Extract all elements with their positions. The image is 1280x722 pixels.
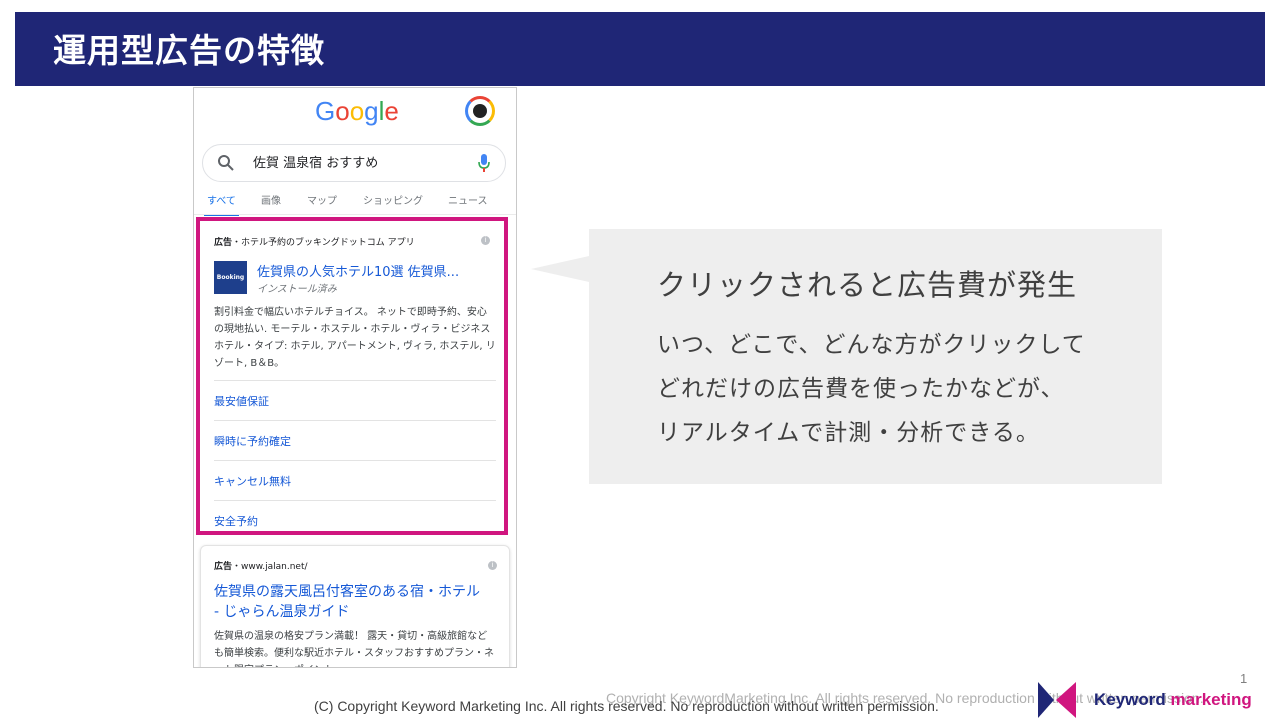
callout-heading: クリックされると広告費が発生 [657, 268, 1078, 302]
company-logo-mark [1038, 682, 1078, 722]
callout-line: いつ、どこで、どんな方がクリックして [657, 332, 1086, 358]
tab-all[interactable]: すべて [207, 192, 236, 207]
ad-description: 佐賀県の温泉の格安プラン満載！ 露天・貸切・高級旅館なども簡単検索。便利な駅近ホ… [214, 631, 494, 667]
avatar-image [473, 104, 487, 118]
slide-title-bar: 運用型広告の特徴 [15, 12, 1265, 86]
sitelink-instant-booking[interactable]: 瞬時に予約確定 [214, 433, 496, 449]
copyright-text: (C) Copyright Keyword Marketing Inc. All… [314, 698, 939, 714]
tab-news[interactable]: ニュース [448, 192, 488, 207]
ad-badge: 広告 [214, 562, 233, 572]
sitelink-safe-booking[interactable]: 安全予約 [214, 513, 496, 529]
page-number: 1 [1240, 671, 1248, 686]
tab-shopping[interactable]: ショッピング [363, 192, 423, 207]
ad-label-row: 広告・www.jalan.net/ [214, 559, 308, 572]
tab-images[interactable]: 画像 [261, 192, 281, 207]
sitelink-divider [214, 500, 496, 501]
sitelink-divider [214, 460, 496, 461]
search-bar[interactable] [202, 144, 506, 182]
ad-description: 割引料金で幅広いホテルチョイス。 ネットで即時予約、安心の現地払い. モーテル・… [214, 307, 496, 369]
ad-source: ・ホテル予約のブッキングドットコム アプリ [232, 238, 415, 248]
sitelink-lowest-price[interactable]: 最安値保証 [214, 393, 496, 409]
google-logo-letter: o [349, 96, 365, 126]
ad-title-link[interactable]: 佐賀県の露天風呂付客室のある宿・ホテル - じゃらん温泉ガイド [214, 582, 484, 622]
callout-body: いつ、どこで、どんな方がクリックして どれだけの広告費を使ったかなどが、 リアル… [657, 323, 1086, 455]
highlighted-ad: 広告・ホテル予約のブッキングドットコム アプリ i Booking 佐賀県の人気… [196, 217, 508, 535]
slide-title: 運用型広告の特徴 [53, 31, 325, 70]
booking-logo: Booking [214, 261, 247, 294]
google-logo-letter: g [364, 96, 379, 126]
callout-line: リアルタイムで計測・分析できる。 [657, 420, 1040, 446]
ad-label-row: 広告・ホテル予約のブッキングドットコム アプリ [214, 235, 415, 248]
tab-divider [194, 214, 516, 215]
google-logo-letter: o [335, 96, 350, 126]
ad-subtitle: インストール済み [257, 284, 337, 295]
search-icon [217, 154, 235, 176]
tab-maps[interactable]: マップ [307, 192, 337, 207]
second-ad: 広告・www.jalan.net/ i 佐賀県の露天風呂付客室のある宿・ホテル … [200, 545, 510, 667]
sitelink-divider [214, 420, 496, 421]
ad-badge: 広告 [214, 238, 233, 248]
logo-word-keyword: Keyword [1094, 690, 1166, 709]
google-logo-letter: G [315, 96, 336, 126]
logo-word-marketing: marketing [1170, 690, 1252, 709]
avatar[interactable] [465, 96, 495, 126]
callout-pointer [531, 256, 589, 282]
callout-box: クリックされると広告費が発生 いつ、どこで、どんな方がクリックして どれだけの広… [589, 229, 1162, 484]
sitelink-divider [214, 380, 496, 381]
info-icon[interactable]: i [488, 561, 497, 570]
ad-source: ・www.jalan.net/ [232, 562, 308, 572]
search-tabs: すべて 画像 マップ ショッピング ニュース [194, 192, 514, 216]
google-logo-letter: e [384, 96, 399, 126]
callout-line: どれだけの広告費を使ったかなどが、 [657, 376, 1065, 402]
google-logo: Google [315, 96, 399, 127]
sitelink-free-cancel[interactable]: キャンセル無料 [214, 473, 496, 489]
search-input[interactable] [253, 154, 453, 169]
ad-title-link[interactable]: 佐賀県の人気ホテル10選 佐賀県... [257, 261, 459, 280]
search-results-screenshot: Google すべて 画像 マップ ショッピング ニュース 広告・ホテル予約のブ… [193, 87, 517, 668]
microphone-icon[interactable] [477, 153, 491, 177]
company-logo-text: Keyword marketing [1094, 690, 1252, 710]
info-icon[interactable]: i [481, 236, 490, 245]
